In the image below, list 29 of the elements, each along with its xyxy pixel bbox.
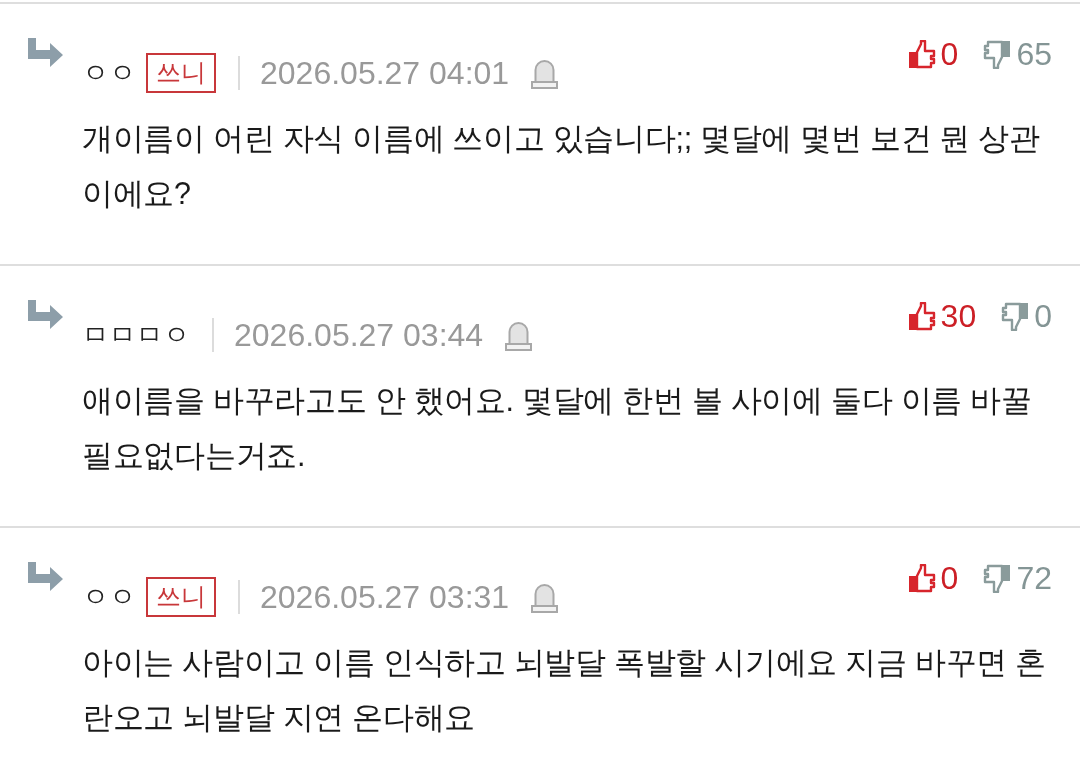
thumbs-down-icon	[1001, 301, 1030, 331]
comment-text: 아이는 사람이고 이름 인식하고 뇌발달 폭발할 시기에요 지금 바꾸면 혼란오고 뇌발달 지연 온다해요	[82, 644, 1047, 736]
comment-date: 2026.05.27 03:31	[260, 581, 510, 613]
author-badge: 쓰니	[146, 53, 216, 93]
comment-date: 2026.05.27 04:01	[260, 57, 510, 89]
report-icon[interactable]	[531, 57, 559, 89]
dislike-button[interactable]: 72	[983, 562, 1052, 594]
like-button[interactable]: 0	[907, 562, 959, 594]
thumbs-up-icon	[907, 301, 936, 331]
thumbs-up-icon	[907, 39, 936, 69]
author-name: ㅁㅁㅁㅇ	[82, 321, 190, 349]
comment-text: 개이름이 어린 자식 이름에 쓰이고 있습니다;; 몇달에 몇번 보건 뭔 상관이에요?	[82, 120, 1041, 212]
report-icon[interactable]	[531, 581, 559, 613]
author-badge: 쓰니	[146, 577, 216, 617]
author-name: ㅇㅇ	[82, 583, 136, 611]
reply-arrow-icon	[26, 300, 63, 330]
report-icon[interactable]	[505, 319, 533, 351]
reply-arrow-icon	[26, 38, 63, 68]
reply-arrow-icon	[26, 562, 63, 592]
dislike-button[interactable]: 65	[983, 38, 1052, 70]
like-button[interactable]: 30	[907, 300, 977, 332]
thumbs-down-icon	[983, 39, 1012, 69]
thumbs-up-icon	[907, 563, 936, 593]
like-button[interactable]: 0	[907, 38, 959, 70]
dislike-button[interactable]: 0	[1001, 300, 1052, 332]
thumbs-down-icon	[983, 563, 1012, 593]
author-name: ㅇㅇ	[82, 59, 136, 87]
comment-text: 애이름을 바꾸라고도 안 했어요. 몇달에 한번 볼 사이에 둘다 이름 바꿀 필요없다는거죠.	[82, 382, 1033, 474]
comment-date: 2026.05.27 03:44	[234, 319, 484, 351]
